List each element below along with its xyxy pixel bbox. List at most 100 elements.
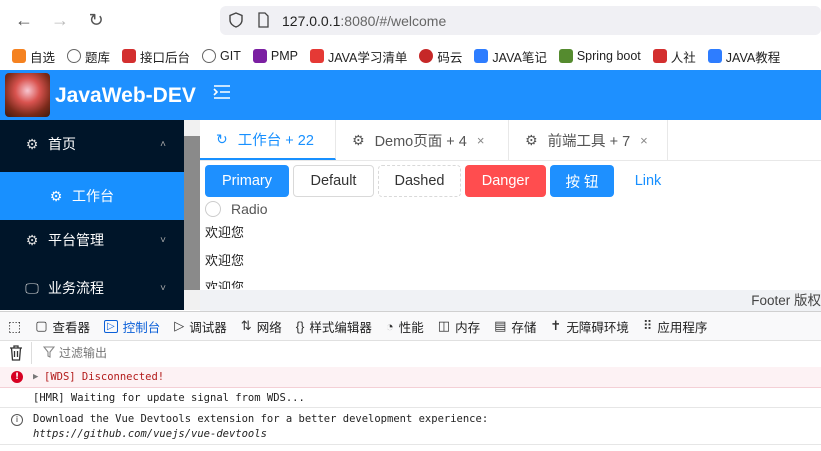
bookmark-label: JAVA学习清单 <box>327 50 408 65</box>
devtools-tab-performance[interactable]: ◔ 性能 <box>386 317 424 336</box>
console-icon: ▷ <box>104 319 118 333</box>
bookmark-item[interactable]: GIT <box>202 49 241 63</box>
chevron-down-icon: ˅ <box>160 282 166 294</box>
trash-icon[interactable] <box>9 345 23 361</box>
bookmark-label: JAVA教程 <box>725 50 781 65</box>
reload-icon[interactable]: ↻ <box>86 10 106 30</box>
inspector-icon: ▢ <box>35 318 48 333</box>
devtools-tab-storage[interactable]: ▤ 存储 <box>494 317 536 336</box>
divider <box>31 342 32 364</box>
button-button[interactable]: 按 钮 <box>550 165 614 197</box>
console-message: [HMR] Waiting for update signal from WDS… <box>33 392 305 404</box>
tab-label: 前端工具 + 7 <box>547 133 631 150</box>
console-info-row: i Download the Vue Devtools extension fo… <box>0 408 821 445</box>
debugger-icon: ▷ <box>174 318 185 333</box>
devtools-tab-label: 内存 <box>455 320 481 335</box>
devtools-tab-label: 网络 <box>256 320 282 335</box>
sidebar-item-home[interactable]: ⚙ 首页 ˄ <box>0 120 184 168</box>
bookmark-label: GIT <box>220 49 241 63</box>
chevron-up-icon: ˄ <box>160 138 166 150</box>
style-editor-icon: {} <box>295 318 305 334</box>
monitor-icon: 🖵 <box>25 279 39 296</box>
sidebar-item-label: 工作台 <box>72 188 114 204</box>
bookmark-item[interactable]: 人社 <box>652 47 696 66</box>
error-icon: ! <box>11 371 23 383</box>
bookmark-icon <box>309 49 324 63</box>
link-button[interactable]: Link <box>622 165 674 197</box>
bookmark-item[interactable]: 题库 <box>67 47 110 66</box>
devtools-tab-label: 样式编辑器 <box>309 320 372 335</box>
bookmark-item[interactable]: JAVA笔记 <box>474 47 547 66</box>
radio-label: Radio <box>231 201 268 217</box>
console-filter-input[interactable] <box>57 343 361 363</box>
bookmark-label: 自选 <box>30 50 56 65</box>
accessibility-icon: ✝ <box>550 318 562 333</box>
back-icon[interactable]: ← <box>14 10 34 30</box>
welcome-text: 欢迎您 <box>205 280 245 289</box>
devtools-tab-style-editor[interactable]: {} 样式编辑器 <box>296 317 372 336</box>
devtools-tab-debugger[interactable]: ▷ 调试器 <box>174 317 227 336</box>
memory-icon: ◫ <box>437 318 451 333</box>
devtools-tab-application[interactable]: ⠿ 应用程序 <box>643 317 708 336</box>
gear-icon: ⚙ <box>352 131 365 148</box>
sidebar-item-platform[interactable]: ⚙ 平台管理 ˅ <box>0 216 184 264</box>
radio-option[interactable]: Radio <box>205 201 268 217</box>
logo <box>5 73 50 117</box>
devtools-tab-network[interactable]: ⇅ 网络 <box>241 317 282 336</box>
devtools-toolbar: ⬚ ▢ 查看器 ▷ 控制台 ▷ 调试器 ⇅ 网络 {} 样式编辑器 ◔ 性能 ◫ 内存 ▤ 存储… <box>0 311 821 341</box>
element-picker-icon[interactable]: ⬚ <box>8 318 21 335</box>
bookmark-label: PMP <box>270 49 298 63</box>
bookmark-label: Spring boot <box>576 49 641 63</box>
dashed-button[interactable]: Dashed <box>378 165 461 197</box>
bookmark-icon <box>419 49 434 63</box>
console-error-row[interactable]: ! ▶ [WDS] Disconnected! <box>0 367 821 388</box>
bookmark-label: 码云 <box>437 50 463 65</box>
console-log-row: [HMR] Waiting for update signal from WDS… <box>0 388 821 408</box>
bookmark-item[interactable]: Spring boot <box>558 49 641 63</box>
devtools-tab-console[interactable]: ▷ 控制台 <box>104 317 160 336</box>
page-info-icon[interactable] <box>255 12 271 28</box>
bookmarks-bar: 自选 题库 接口后台 GIT PMP JAVA学习清单 码云 JAVA笔记 Sp… <box>0 43 821 69</box>
sidebar-item-label: 首页 <box>48 136 76 152</box>
tab-demo[interactable]: ⚙ Demo页面 + 4 × <box>336 120 509 160</box>
globe-icon <box>67 49 82 63</box>
devtools-tab-label: 应用程序 <box>657 320 708 335</box>
filter-icon <box>42 346 56 358</box>
sidebar-item-business[interactable]: 🖵 业务流程 ˅ <box>0 264 184 312</box>
bookmark-label: JAVA笔记 <box>492 50 547 65</box>
menu-fold-icon[interactable] <box>213 84 233 102</box>
bookmark-item[interactable]: PMP <box>252 49 298 63</box>
sidebar-item-workbench[interactable]: ⚙ 工作台 <box>0 172 184 220</box>
tab-frontend-tools[interactable]: ⚙ 前端工具 + 7 × <box>509 120 668 160</box>
gear-icon: ⚙ <box>525 131 538 148</box>
devtools-tab-label: 无障碍环境 <box>566 320 629 335</box>
radio-circle[interactable] <box>205 201 221 217</box>
bookmark-item[interactable]: 码云 <box>419 47 462 66</box>
console-link[interactable]: https://github.com/vuejs/vue-devtools <box>33 428 267 440</box>
devtools-tab-label: 控制台 <box>122 320 161 335</box>
shield-icon[interactable] <box>228 12 244 28</box>
network-icon: ⇅ <box>240 318 252 333</box>
devtools-tab-memory[interactable]: ◫ 内存 <box>438 317 480 336</box>
devtools-tab-accessibility[interactable]: ✝ 无障碍环境 <box>550 317 628 336</box>
bookmark-item[interactable]: JAVA教程 <box>707 47 781 66</box>
bookmark-item[interactable]: 自选 <box>12 47 55 66</box>
refresh-icon: ↻ <box>216 130 228 147</box>
primary-button[interactable]: Primary <box>205 165 289 197</box>
bookmark-item[interactable]: JAVA学习清单 <box>309 47 408 66</box>
gear-icon: ⚙ <box>25 231 39 248</box>
danger-button[interactable]: Danger <box>465 165 546 197</box>
sidebar-scrollbar-thumb[interactable] <box>184 136 200 290</box>
devtools-tab-inspector[interactable]: ▢ 查看器 <box>35 317 90 336</box>
bookmark-icon <box>652 49 667 63</box>
close-icon[interactable]: × <box>477 133 485 148</box>
close-icon[interactable]: × <box>640 133 648 148</box>
expand-triangle-icon[interactable]: ▶ <box>33 372 38 382</box>
bookmark-icon <box>122 49 137 63</box>
devtools-tab-label: 调试器 <box>189 320 227 335</box>
bookmark-item[interactable]: 接口后台 <box>122 47 190 66</box>
footer: Footer 版权 <box>200 290 821 311</box>
tab-workbench[interactable]: ↻ 工作台 + 22 <box>200 120 336 160</box>
default-button[interactable]: Default <box>293 165 374 197</box>
forward-icon[interactable]: → <box>50 10 70 30</box>
